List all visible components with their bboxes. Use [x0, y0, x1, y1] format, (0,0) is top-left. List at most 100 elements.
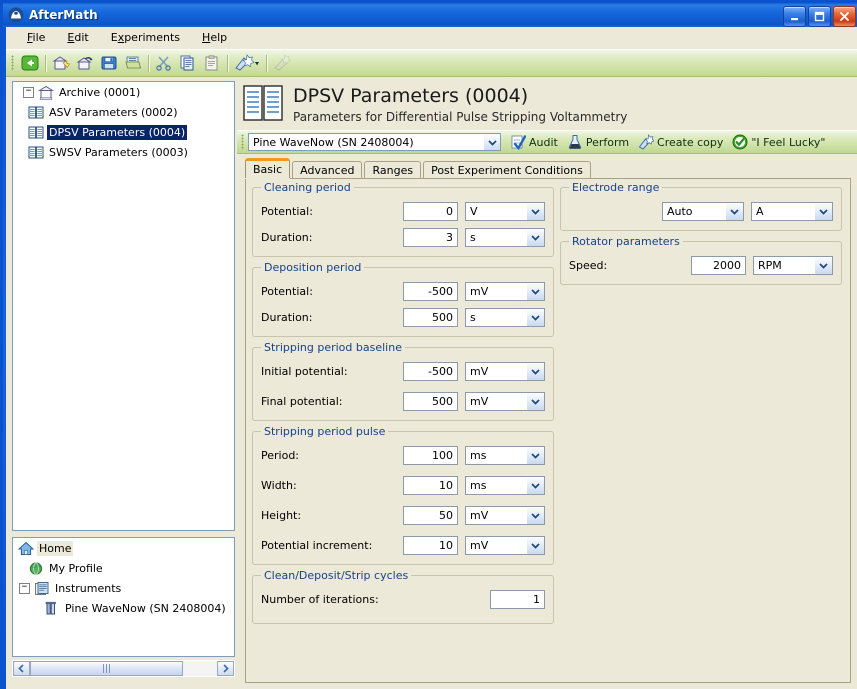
left-pane-hscrollbar[interactable] [12, 660, 235, 677]
archive-root-expander[interactable]: − [23, 86, 34, 98]
unit-value-pulse-period: ms [470, 449, 487, 462]
label-cleaning-potential: Potential: [261, 205, 313, 218]
perform-button[interactable]: Perform [567, 134, 629, 150]
action-bar-grip[interactable] [241, 134, 244, 150]
unit-select-deposition-duration[interactable]: s [465, 308, 545, 327]
back-arrow-icon[interactable] [18, 51, 42, 75]
tab-basic[interactable]: Basic [245, 158, 291, 178]
group-deposition-period: Deposition period Potential: -500 mV Dur… [252, 261, 554, 337]
unit-select-cleaning-duration[interactable]: s [465, 228, 545, 247]
label-potential-increment: Potential increment: [261, 539, 373, 552]
input-rotator-speed[interactable]: 2000 [691, 256, 746, 275]
chevron-down-icon[interactable] [483, 134, 500, 150]
tree-row-swsv[interactable]: SWSV Parameters (0003) [13, 142, 234, 162]
input-potential-increment[interactable]: 10 [403, 536, 458, 555]
chevron-down-icon[interactable] [526, 477, 544, 494]
unit-select-rotator-speed[interactable]: RPM [753, 256, 833, 275]
archive-delete-icon[interactable] [73, 51, 97, 75]
chevron-down-icon[interactable] [526, 309, 544, 326]
field-cleaning-duration: Duration: 3 s [261, 228, 545, 247]
input-pulse-period[interactable]: 100 [403, 446, 458, 465]
tree-row-asv[interactable]: ASV Parameters (0002) [13, 102, 234, 122]
unit-select-final-potential[interactable]: mV [465, 392, 545, 411]
tree-row-archive-root[interactable]: − Archive (0001) [13, 82, 234, 102]
scroll-left-button[interactable] [13, 661, 30, 676]
instruments-label: Instruments [55, 581, 122, 595]
input-cleaning-potential[interactable]: 0 [403, 202, 458, 221]
input-final-potential[interactable]: 500 [403, 392, 458, 411]
tree-row-my-profile[interactable]: My Profile [13, 558, 234, 578]
input-number-of-iterations[interactable]: 1 [490, 590, 545, 609]
save-floppy-icon[interactable] [97, 51, 121, 75]
chevron-down-icon[interactable] [725, 203, 743, 220]
toolbar-grip[interactable] [11, 55, 14, 71]
unit-select-pulse-period[interactable]: ms [465, 446, 545, 465]
paste-icon[interactable] [200, 51, 224, 75]
toolbar-separator [266, 54, 267, 72]
i-feel-lucky-button[interactable]: "I Feel Lucky" [732, 134, 826, 150]
scissors-icon[interactable] [152, 51, 176, 75]
perform-flask-icon [567, 134, 583, 150]
input-pulse-width[interactable]: 10 [403, 476, 458, 495]
minimize-button[interactable] [783, 6, 806, 27]
electrode-range-unit-select[interactable]: A [751, 202, 833, 221]
tree-row-instruments[interactable]: − Instruments [13, 578, 234, 598]
tab-ranges[interactable]: Ranges [364, 161, 422, 178]
unit-select-pulse-width[interactable]: ms [465, 476, 545, 495]
input-pulse-height[interactable]: 50 [403, 506, 458, 525]
close-button[interactable] [833, 6, 856, 27]
tab-basic-label: Basic [253, 163, 283, 176]
create-copy-icon [638, 134, 655, 150]
instruments-expander[interactable]: − [19, 582, 30, 594]
copy-icon[interactable] [176, 51, 200, 75]
group-electrode-range: Electrode range Auto A [560, 181, 842, 231]
chevron-down-icon[interactable] [814, 203, 832, 220]
chevron-down-icon[interactable] [526, 507, 544, 524]
archive-new-icon[interactable] [49, 51, 73, 75]
window-frame: AfterMath File Edit Experiments Help − A… [0, 0, 857, 689]
wizard-icon[interactable] [231, 51, 263, 75]
tree-row-dpsv[interactable]: DPSV Parameters (0004) [13, 122, 234, 142]
archive-tree[interactable]: − Archive (0001) ASV Parameters (0002) D… [12, 81, 235, 531]
field-potential-increment: Potential increment: 10 mV [261, 536, 545, 555]
chevron-down-icon[interactable] [814, 257, 832, 274]
maximize-button[interactable] [808, 6, 831, 27]
tab-post-experiment-conditions[interactable]: Post Experiment Conditions [423, 161, 591, 178]
audit-button[interactable]: Audit [510, 134, 558, 150]
input-initial-potential[interactable]: -500 [403, 362, 458, 381]
chevron-down-icon[interactable] [526, 229, 544, 246]
menu-help[interactable]: Help [191, 28, 238, 47]
unit-select-cleaning-potential[interactable]: V [465, 202, 545, 221]
chevron-down-icon[interactable] [526, 393, 544, 410]
print-icon[interactable] [121, 51, 145, 75]
menu-file[interactable]: FFileile [16, 28, 56, 47]
unit-select-pulse-height[interactable]: mV [465, 506, 545, 525]
create-copy-button[interactable]: Create copy [638, 134, 723, 150]
menu-edit[interactable]: Edit [56, 28, 99, 47]
chevron-down-icon[interactable] [526, 203, 544, 220]
tree-row-home[interactable]: Home [13, 538, 234, 558]
scroll-thumb[interactable] [30, 661, 183, 676]
chevron-down-icon[interactable] [526, 363, 544, 380]
home-tree[interactable]: Home My Profile − Instruments Pine WaveN… [12, 537, 235, 657]
menu-experiments[interactable]: Experiments [100, 28, 191, 47]
label-cleaning-duration: Duration: [261, 231, 313, 244]
scroll-track[interactable] [30, 661, 217, 676]
chevron-down-icon[interactable] [526, 283, 544, 300]
chevron-down-icon[interactable] [526, 537, 544, 554]
tab-advanced[interactable]: Advanced [292, 161, 363, 178]
instrument-select[interactable]: Pine WaveNow (SN 2408004) [248, 133, 501, 151]
unit-select-initial-potential[interactable]: mV [465, 362, 545, 381]
unit-value-deposition-potential: mV [470, 285, 489, 298]
chevron-down-icon[interactable] [526, 447, 544, 464]
input-deposition-potential[interactable]: -500 [403, 282, 458, 301]
archive-icon [37, 84, 54, 100]
input-deposition-duration[interactable]: 500 [403, 308, 458, 327]
unit-select-potential-increment[interactable]: mV [465, 536, 545, 555]
group-title-deposition-period: Deposition period [261, 261, 365, 274]
unit-select-deposition-potential[interactable]: mV [465, 282, 545, 301]
input-cleaning-duration[interactable]: 3 [403, 228, 458, 247]
scroll-right-button[interactable] [217, 661, 234, 676]
tree-row-pine-wavenow[interactable]: Pine WaveNow (SN 2408004) [13, 598, 234, 618]
electrode-range-mode-select[interactable]: Auto [662, 202, 744, 221]
